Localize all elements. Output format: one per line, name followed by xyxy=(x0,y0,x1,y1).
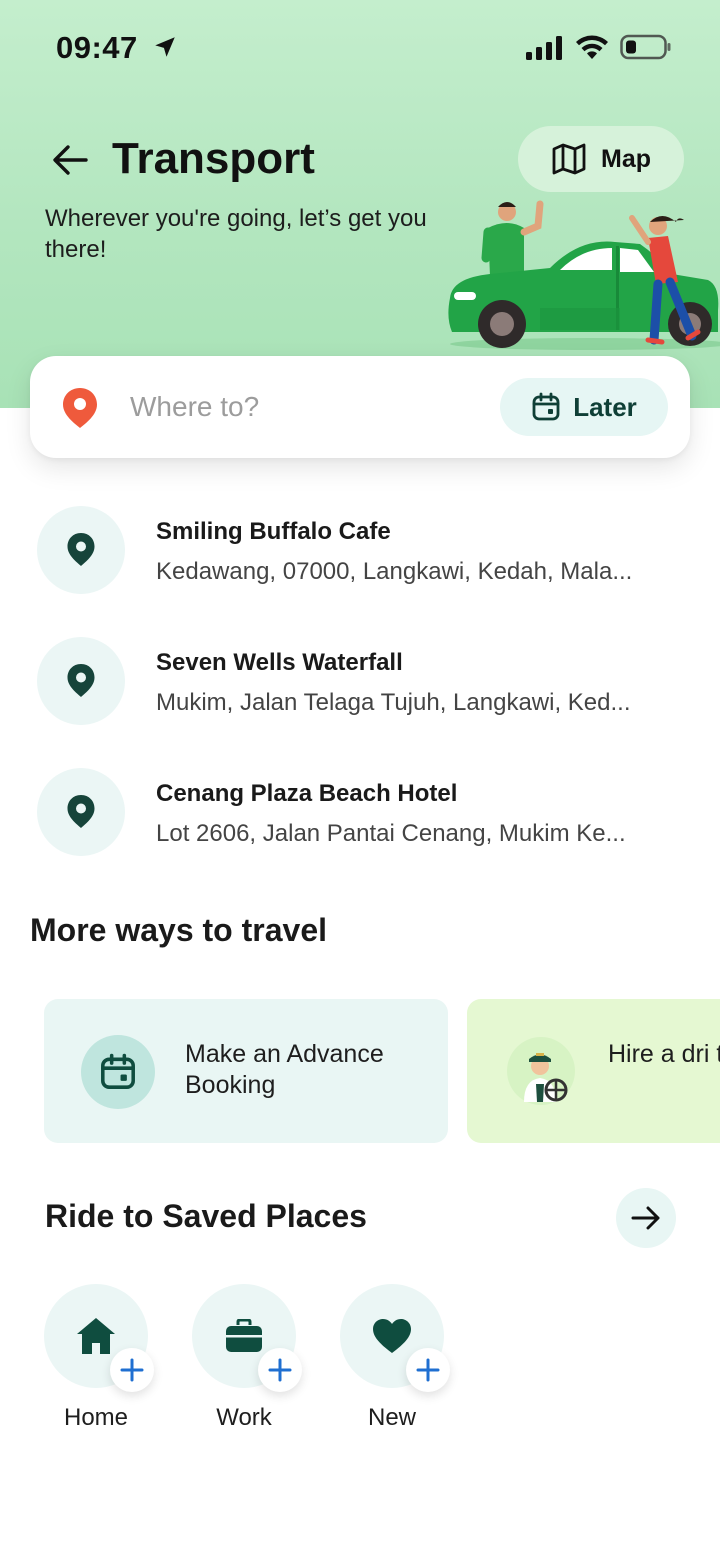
advance-booking-label: Make an Advance Booking xyxy=(185,1040,384,1099)
where-to-input[interactable] xyxy=(130,384,470,430)
location-pin-icon xyxy=(67,795,95,828)
recent-places-list: Smiling Buffalo Cafe Kedawang, 07000, La… xyxy=(0,498,720,891)
saved-place-label: New xyxy=(367,1404,416,1431)
location-pin-icon xyxy=(63,388,97,428)
status-time: 09:47 xyxy=(56,30,138,65)
home-icon xyxy=(77,1318,115,1354)
calendar-icon xyxy=(532,392,560,421)
add-plus-icon[interactable] xyxy=(258,1348,302,1392)
driver-icon xyxy=(524,1053,568,1102)
page-subtitle: Wherever you're going, let’s get you the… xyxy=(45,205,427,263)
car-and-people-illustration xyxy=(448,200,720,350)
map-button-label: Map xyxy=(601,144,651,173)
later-button[interactable]: Later xyxy=(500,378,668,436)
recent-place-address: Kedawang, 07000, Langkawi, Kedah, Mala..… xyxy=(156,558,633,585)
map-icon xyxy=(552,143,586,175)
recent-place-item[interactable]: Seven Wells Waterfall Mukim, Jalan Telag… xyxy=(0,629,720,760)
recent-place-address: Mukim, Jalan Telaga Tujuh, Langkawi, Ked… xyxy=(156,689,631,716)
more-ways-title: More ways to travel xyxy=(30,912,327,948)
recent-place-icon-circle xyxy=(37,506,125,594)
status-bar: 09:47 xyxy=(0,0,720,96)
advance-booking-card[interactable]: Make an Advance Booking xyxy=(44,999,448,1143)
recent-place-item[interactable]: Smiling Buffalo Cafe Kedawang, 07000, La… xyxy=(0,498,720,629)
recent-place-name: Seven Wells Waterfall xyxy=(156,649,403,676)
arrow-right-icon xyxy=(631,1206,660,1230)
recent-place-name: Smiling Buffalo Cafe xyxy=(156,518,391,545)
more-ways-carousel[interactable]: Make an Advance Booking Hire a dri the h… xyxy=(44,999,720,1143)
recent-place-address: Lot 2606, Jalan Pantai Cenang, Mukim Ke.… xyxy=(156,820,626,847)
calendar-icon xyxy=(101,1053,135,1089)
saved-place-label: Home xyxy=(63,1404,129,1431)
heart-icon xyxy=(373,1319,411,1353)
recent-place-name: Cenang Plaza Beach Hotel xyxy=(156,780,458,807)
back-arrow-icon[interactable] xyxy=(48,138,92,182)
hire-driver-label: Hire a dri the hour xyxy=(608,1040,720,1068)
add-plus-icon[interactable] xyxy=(110,1348,154,1392)
page-title: Transport xyxy=(112,134,315,183)
recent-place-icon-circle xyxy=(37,637,125,725)
briefcase-icon xyxy=(226,1319,262,1352)
saved-places-arrow-button[interactable] xyxy=(616,1188,676,1248)
later-button-label: Later xyxy=(573,391,637,422)
hero-header: 09:47 Transport Wherever you're going, l… xyxy=(0,0,720,408)
hire-driver-card[interactable]: Hire a dri the hour xyxy=(467,999,720,1143)
search-card: Later xyxy=(30,356,690,458)
battery-icon xyxy=(620,34,671,60)
saved-places-row: Home Work New xyxy=(44,1284,504,1444)
way-icon-circle xyxy=(507,1037,575,1105)
add-plus-icon[interactable] xyxy=(406,1348,450,1392)
recent-place-item[interactable]: Cenang Plaza Beach Hotel Lot 2606, Jalan… xyxy=(0,760,720,891)
cellular-signal-icon xyxy=(526,36,562,60)
map-button[interactable]: Map xyxy=(518,126,684,192)
saved-place-label: Work xyxy=(216,1404,272,1431)
location-arrow-icon xyxy=(155,37,175,57)
saved-places-title: Ride to Saved Places xyxy=(45,1198,367,1234)
recent-place-icon-circle xyxy=(37,768,125,856)
wifi-icon xyxy=(576,35,608,59)
way-icon-circle xyxy=(81,1035,155,1109)
location-pin-icon xyxy=(67,533,95,566)
location-pin-icon xyxy=(67,664,95,697)
